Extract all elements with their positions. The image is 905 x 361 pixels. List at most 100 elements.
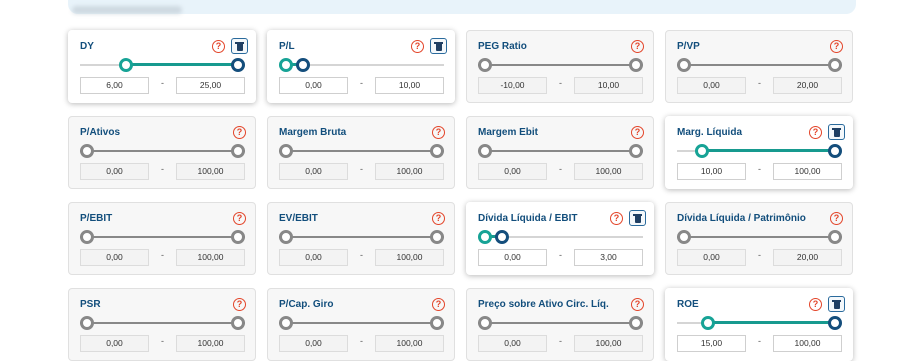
range-slider[interactable] [279, 316, 444, 330]
slider-min-handle[interactable] [119, 58, 134, 72]
max-value-input[interactable]: 100,00 [375, 335, 444, 352]
slider-max-handle[interactable] [828, 230, 842, 244]
slider-track[interactable] [279, 322, 444, 324]
min-value-input[interactable]: 0,00 [279, 77, 348, 94]
min-value-input[interactable]: 0,00 [279, 335, 348, 352]
range-slider[interactable] [80, 230, 245, 244]
min-value-input[interactable]: 0,00 [478, 335, 547, 352]
help-icon[interactable]: ? [830, 212, 843, 225]
slider-max-handle[interactable] [828, 144, 842, 158]
min-value-input[interactable]: 0,00 [80, 163, 149, 180]
slider-track[interactable] [677, 64, 842, 66]
range-slider[interactable] [478, 316, 643, 330]
max-value-input[interactable]: 20,00 [773, 249, 842, 266]
help-icon[interactable]: ? [432, 212, 445, 225]
slider-min-handle[interactable] [695, 144, 710, 158]
slider-min-handle[interactable] [80, 316, 94, 330]
slider-max-handle[interactable] [231, 144, 245, 158]
max-value-input[interactable]: 100,00 [176, 163, 245, 180]
range-slider[interactable] [677, 230, 842, 244]
remove-filter-button[interactable] [629, 210, 646, 226]
max-value-input[interactable]: 20,00 [773, 77, 842, 94]
slider-track[interactable] [279, 150, 444, 152]
max-value-input[interactable]: 10,00 [375, 77, 444, 94]
max-value-input[interactable]: 10,00 [574, 77, 643, 94]
slider-track[interactable] [677, 236, 842, 238]
help-icon[interactable]: ? [809, 298, 822, 311]
range-slider[interactable] [279, 144, 444, 158]
slider-max-handle[interactable] [430, 230, 444, 244]
slider-max-handle[interactable] [430, 316, 444, 330]
help-icon[interactable]: ? [233, 126, 246, 139]
help-icon[interactable]: ? [411, 40, 424, 53]
slider-max-handle[interactable] [430, 144, 444, 158]
slider-min-handle[interactable] [80, 230, 94, 244]
slider-min-handle[interactable] [279, 230, 293, 244]
help-icon[interactable]: ? [212, 40, 225, 53]
slider-track[interactable] [80, 322, 245, 324]
max-value-input[interactable]: 100,00 [773, 163, 842, 180]
slider-min-handle[interactable] [478, 316, 492, 330]
min-value-input[interactable]: 0,00 [80, 335, 149, 352]
min-value-input[interactable]: -10,00 [478, 77, 547, 94]
slider-min-handle[interactable] [677, 58, 691, 72]
min-value-input[interactable]: 15,00 [677, 335, 746, 352]
range-slider[interactable] [677, 316, 842, 330]
range-slider[interactable] [677, 144, 842, 158]
remove-filter-button[interactable] [828, 124, 845, 140]
min-value-input[interactable]: 0,00 [677, 249, 746, 266]
slider-max-handle[interactable] [231, 316, 245, 330]
min-value-input[interactable]: 0,00 [478, 163, 547, 180]
slider-min-handle[interactable] [478, 58, 492, 72]
remove-filter-button[interactable] [828, 296, 845, 312]
help-icon[interactable]: ? [631, 126, 644, 139]
slider-track[interactable] [478, 322, 643, 324]
slider-min-handle[interactable] [279, 58, 293, 72]
max-value-input[interactable]: 3,00 [574, 249, 643, 266]
slider-max-handle[interactable] [231, 58, 245, 72]
max-value-input[interactable]: 100,00 [176, 335, 245, 352]
range-slider[interactable] [80, 144, 245, 158]
max-value-input[interactable]: 100,00 [773, 335, 842, 352]
slider-min-handle[interactable] [80, 144, 94, 158]
slider-min-handle[interactable] [279, 316, 293, 330]
range-slider[interactable] [80, 58, 245, 72]
slider-max-handle[interactable] [629, 316, 643, 330]
max-value-input[interactable]: 100,00 [176, 249, 245, 266]
slider-track[interactable] [80, 236, 245, 238]
help-icon[interactable]: ? [233, 212, 246, 225]
range-slider[interactable] [478, 230, 643, 244]
min-value-input[interactable]: 6,00 [80, 77, 149, 94]
slider-max-handle[interactable] [828, 316, 842, 330]
max-value-input[interactable]: 100,00 [375, 249, 444, 266]
slider-max-handle[interactable] [295, 58, 310, 72]
slider-track[interactable] [279, 236, 444, 238]
range-slider[interactable] [80, 316, 245, 330]
help-icon[interactable]: ? [631, 40, 644, 53]
slider-max-handle[interactable] [629, 144, 643, 158]
range-slider[interactable] [478, 58, 643, 72]
range-slider[interactable] [279, 230, 444, 244]
min-value-input[interactable]: 0,00 [80, 249, 149, 266]
max-value-input[interactable]: 100,00 [375, 163, 444, 180]
range-slider[interactable] [478, 144, 643, 158]
max-value-input[interactable]: 100,00 [574, 163, 643, 180]
range-slider[interactable] [677, 58, 842, 72]
min-value-input[interactable]: 0,00 [279, 249, 348, 266]
slider-min-handle[interactable] [478, 144, 492, 158]
max-value-input[interactable]: 100,00 [574, 335, 643, 352]
min-value-input[interactable]: 0,00 [677, 77, 746, 94]
slider-track[interactable] [80, 150, 245, 152]
slider-min-handle[interactable] [701, 316, 716, 330]
slider-min-handle[interactable] [279, 144, 293, 158]
slider-min-handle[interactable] [478, 230, 492, 244]
slider-max-handle[interactable] [629, 58, 643, 72]
slider-track[interactable] [478, 150, 643, 152]
min-value-input[interactable]: 10,00 [677, 163, 746, 180]
slider-max-handle[interactable] [828, 58, 842, 72]
range-slider[interactable] [279, 58, 444, 72]
slider-track[interactable] [478, 64, 643, 66]
help-icon[interactable]: ? [432, 126, 445, 139]
help-icon[interactable]: ? [610, 212, 623, 225]
remove-filter-button[interactable] [430, 38, 447, 54]
